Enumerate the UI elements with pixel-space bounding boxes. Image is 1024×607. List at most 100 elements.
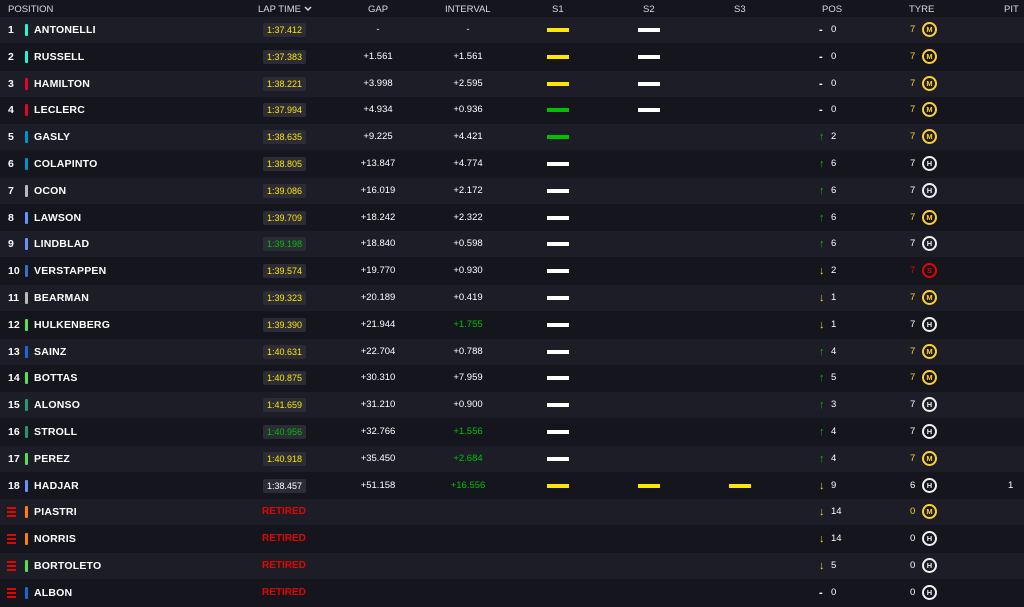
team-color-bar <box>25 24 28 36</box>
position-number: 18 <box>8 479 20 492</box>
driver-name[interactable]: VERSTAPPEN <box>34 258 106 284</box>
header-lap-time[interactable]: LAP TIME <box>258 4 312 15</box>
interval-value: +1.556 <box>453 426 483 437</box>
driver-name[interactable]: PIASTRI <box>34 499 77 525</box>
tyre-compound-letter: H <box>926 587 933 597</box>
positions-changed: 4 <box>831 345 837 357</box>
sector-s2-indicator <box>638 81 660 86</box>
table-row[interactable]: 5 GASLY 1:38.635 +9.225 +4.421 ↑ 2 7 M <box>0 124 1024 151</box>
no-change-icon: - <box>819 104 823 117</box>
sector-s2-indicator <box>638 108 660 113</box>
sector-s1-indicator <box>547 322 569 327</box>
driver-name[interactable]: GASLY <box>34 124 70 150</box>
lap-time: 1:39.323 <box>263 291 307 305</box>
table-row[interactable]: 18 HADJAR 1:38.457 +51.158 +16.556 ↓ 9 6 H 1 <box>0 472 1024 499</box>
driver-name[interactable]: SAINZ <box>34 339 67 365</box>
header-pos[interactable]: POS <box>822 4 842 15</box>
table-row[interactable]: 13 SAINZ 1:40.631 +22.704 +0.788 ↑ 4 7 M <box>0 338 1024 365</box>
header-s1[interactable]: S1 <box>552 4 564 15</box>
driver-name[interactable]: ALBON <box>34 580 72 606</box>
table-row[interactable]: 8 LAWSON 1:39.709 +18.242 +2.322 ↑ 6 7 M <box>0 204 1024 231</box>
driver-name[interactable]: HADJAR <box>34 473 79 499</box>
header-position[interactable]: POSITION <box>8 4 53 15</box>
header-pit[interactable]: PIT <box>1004 4 1019 15</box>
driver-name[interactable]: ANTONELLI <box>34 17 96 43</box>
arrow-up-icon: ↑ <box>819 372 825 385</box>
table-row[interactable]: 14 BOTTAS 1:40.875 +30.310 +7.959 ↑ 5 7 M <box>0 365 1024 392</box>
driver-name[interactable]: PEREZ <box>34 446 70 472</box>
interval-value: +0.419 <box>453 292 483 303</box>
table-row[interactable]: 6 COLAPINTO 1:38.805 +13.847 +4.774 ↑ 6 7 H <box>0 151 1024 177</box>
driver-name[interactable]: OCON <box>34 178 66 204</box>
tyre-medium-icon: M <box>922 290 937 305</box>
interval-value: +0.900 <box>453 399 483 411</box>
driver-name[interactable]: LINDBLAD <box>34 231 89 257</box>
header-s3[interactable]: S3 <box>734 4 746 15</box>
driver-name[interactable]: HAMILTON <box>34 71 90 97</box>
position-number: 17 <box>8 452 20 465</box>
table-row[interactable]: 9 LINDBLAD 1:39.198 +18.840 +0.598 ↑ 6 7 H <box>0 231 1024 258</box>
sector-s1-indicator <box>547 349 569 354</box>
header-s2[interactable]: S2 <box>643 4 655 15</box>
position-number: 9 <box>8 238 14 251</box>
table-row[interactable]: NORRIS RETIRED ↓ 14 0 H <box>0 526 1024 553</box>
table-row[interactable]: 1 ANTONELLI 1:37.412- - -0 7 M <box>0 17 1024 43</box>
tyre-compound-letter: M <box>926 25 933 34</box>
table-row[interactable]: 12 HULKENBERG 1:39.390 +21.944 +1.755 ↓ 1 7 H <box>0 311 1024 338</box>
arrow-up-icon: ↑ <box>819 211 825 224</box>
driver-name[interactable]: STROLL <box>34 419 77 445</box>
header-gap[interactable]: GAP <box>368 4 388 15</box>
driver-name[interactable]: ALONSO <box>34 392 80 418</box>
sector-s2-indicator <box>638 54 660 59</box>
team-color-bar <box>25 506 28 519</box>
table-row[interactable]: PIASTRI RETIRED ↓ 14 0 M <box>0 499 1024 526</box>
positions-changed: 14 <box>831 533 842 545</box>
lap-time: 1:39.198 <box>263 237 307 252</box>
table-row[interactable]: 3 HAMILTON 1:38.221 +3.998 +2.595 -0 7 M <box>0 70 1024 97</box>
header-interval[interactable]: INTERVAL <box>445 4 491 15</box>
lap-time: 1:41.659 <box>263 398 307 413</box>
table-row[interactable]: ALBON RETIRED -0 0 H <box>0 579 1024 606</box>
gap-value: +16.019 <box>360 184 396 196</box>
lap-time: 1:37.412 <box>263 23 307 37</box>
table-row[interactable]: 2 RUSSELL 1:37.383 +1.561 +1.561 -0 7 M <box>0 43 1024 70</box>
interval-value: +2.595 <box>453 77 483 89</box>
lap-time: RETIRED <box>262 586 306 598</box>
table-row[interactable]: 7 OCON 1:39.086 +16.019 +2.172 ↑ 6 7 H <box>0 177 1024 204</box>
driver-name[interactable]: COLAPINTO <box>34 151 97 177</box>
driver-name[interactable]: HULKENBERG <box>34 312 110 338</box>
arrow-up-icon: ↑ <box>819 184 825 197</box>
interval-value: +2.322 <box>453 211 483 223</box>
driver-name[interactable]: NORRIS <box>34 526 76 552</box>
chevron-down-icon <box>304 6 312 12</box>
table-row[interactable]: 10 VERSTAPPEN 1:39.574 +19.770 +0.930 ↓ 2 7 S <box>0 258 1024 285</box>
gap-value: +4.934 <box>363 104 393 116</box>
tyre-laps: 7 <box>910 265 916 277</box>
positions-changed: 4 <box>831 426 837 437</box>
table-row[interactable]: 16 STROLL 1:40.956 +32.766 +1.556 ↑ 4 7 H <box>0 419 1024 445</box>
header-tyre[interactable]: TYRE <box>909 4 934 15</box>
table-row[interactable]: BORTOLETO RETIRED ↓ 5 0 H <box>0 553 1024 579</box>
positions-changed: 5 <box>831 372 837 384</box>
driver-name[interactable]: LECLERC <box>34 97 85 123</box>
driver-name[interactable]: BORTOLETO <box>34 553 101 579</box>
driver-name[interactable]: BOTTAS <box>34 365 78 391</box>
table-row[interactable]: 17 PEREZ 1:40.918 +35.450 +2.684 ↑ 4 7 M <box>0 445 1024 472</box>
pit-stops: 1 <box>1008 479 1014 491</box>
team-color-bar <box>25 238 28 251</box>
table-row[interactable]: 11 BEARMAN 1:39.323 +20.189 +0.419 ↓ 1 7 M <box>0 285 1024 311</box>
positions-changed: 9 <box>831 479 837 491</box>
table-row[interactable]: 4 LECLERC 1:37.994 +4.934 +0.936 -0 7 M <box>0 97 1024 124</box>
interval-value: +2.172 <box>453 184 483 196</box>
tyre-hard-icon: H <box>922 531 937 547</box>
positions-changed: 14 <box>831 506 842 518</box>
driver-name[interactable]: LAWSON <box>34 205 81 231</box>
table-row[interactable]: 15 ALONSO 1:41.659 +31.210 +0.900 ↑ 3 7 H <box>0 392 1024 419</box>
driver-name[interactable]: BEARMAN <box>34 285 89 311</box>
driver-name[interactable]: RUSSELL <box>34 44 84 70</box>
tyre-compound-letter: H <box>926 534 933 544</box>
tyre-compound-letter: H <box>926 239 933 249</box>
tyre-medium-icon: M <box>922 22 937 37</box>
tyre-compound-letter: M <box>926 132 933 142</box>
arrow-up-icon: ↑ <box>819 238 825 251</box>
